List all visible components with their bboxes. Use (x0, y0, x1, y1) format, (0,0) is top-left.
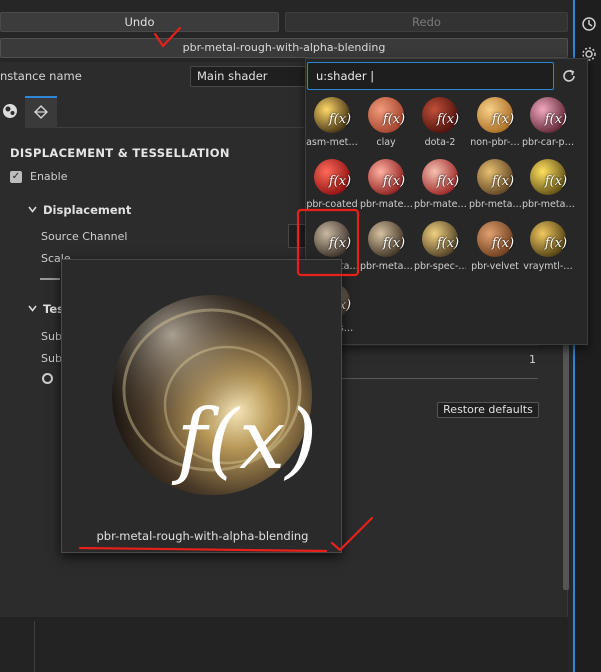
material-name-bar[interactable]: pbr-metal-rough-with-alpha-blending (0, 38, 568, 58)
refresh-icon[interactable] (560, 67, 578, 85)
enable-row[interactable]: ✓ Enable (10, 170, 67, 183)
shader-item[interactable]: f(x) pbr-mate… (360, 155, 412, 217)
undo-button[interactable]: Undo (0, 12, 279, 32)
shader-item-label: pbr-velvet (471, 261, 519, 272)
enable-label: Enable (30, 170, 68, 183)
shader-search-input[interactable] (307, 62, 554, 90)
shader-item-label: pbr-meta… (469, 199, 521, 210)
undo-redo-row: Undo Redo (0, 12, 568, 32)
shader-item-label: clay (376, 137, 396, 148)
displacement-title: Displacement (43, 203, 132, 217)
shader-item[interactable]: f(x) pbr-velvet (469, 217, 521, 279)
function-icon: f(x) (382, 112, 406, 127)
shader-item-label: vraymtl-… (523, 261, 573, 272)
shader-item[interactable]: f(x) asm-met… (306, 93, 358, 155)
geometry-tab-icon (33, 104, 49, 123)
instance-name-select[interactable]: Main shader (190, 66, 308, 87)
material-tab-icon (1, 102, 19, 123)
function-icon: f(x) (328, 236, 352, 251)
shader-item[interactable]: f(x) clay (360, 93, 412, 155)
function-icon: f(x) (328, 174, 352, 189)
displacement-header[interactable]: Displacement (28, 203, 131, 217)
function-icon: f(x) (491, 236, 515, 251)
function-icon: f(x) (436, 174, 460, 189)
shader-preview-tooltip: f(x) pbr-metal-rough-with-alpha-blending (61, 259, 342, 553)
preview-shader-name: pbr-metal-rough-with-alpha-blending (96, 529, 309, 543)
tessellation-header[interactable]: Tes (28, 302, 64, 316)
shader-item-label: non-pbr-… (470, 137, 520, 148)
shader-item[interactable]: f(x) non-pbr-… (469, 93, 521, 155)
tab-material[interactable] (0, 96, 26, 128)
redo-button[interactable]: Redo (285, 12, 568, 32)
function-icon: f(x) (382, 236, 406, 251)
shader-item[interactable]: f(x) pbr-coated (306, 155, 358, 217)
function-icon: f(x) (436, 236, 460, 251)
source-channel-label: Source Channel (41, 230, 128, 243)
preview-sphere: f(x) (112, 295, 318, 495)
function-icon: f(x) (436, 112, 460, 127)
restore-defaults-button[interactable]: Restore defaults (437, 402, 539, 418)
bottom-divider (34, 621, 35, 672)
shader-item[interactable]: f(x) pbr-meta… (360, 217, 412, 279)
shader-item-label: pbr-mate… (414, 199, 466, 210)
function-icon: f(x) (544, 112, 568, 127)
shader-item[interactable]: f(x) pbr-car-p… (522, 93, 574, 155)
shader-item-label: pbr-meta… (360, 261, 412, 272)
scale-slider[interactable] (40, 278, 60, 280)
shader-item[interactable]: f(x) pbr-meta… (469, 155, 521, 217)
shader-item-label: pbr-mate… (360, 199, 412, 210)
shader-item-label: pbr-meta… (522, 199, 574, 210)
shader-item[interactable]: f(x) dota-2 (414, 93, 466, 155)
shader-item[interactable]: f(x) pbr-mate… (414, 155, 466, 217)
shader-item-label: asm-met… (306, 137, 358, 148)
shader-grid: f(x) asm-met… f(x) clay f(x) dota-2 f(x) non-pb… (306, 93, 589, 333)
function-icon: f(x) (491, 174, 515, 189)
bottom-area (0, 617, 568, 672)
function-icon: f(x) (544, 236, 568, 251)
shader-item[interactable]: f(x) pbr-spec-… (414, 217, 466, 279)
history-icon[interactable] (579, 14, 599, 34)
shader-item-label: pbr-car-p… (522, 137, 574, 148)
enable-checkbox[interactable]: ✓ (10, 170, 22, 183)
function-icon: f(x) (544, 174, 568, 189)
shader-item[interactable]: f(x) pbr-meta… (522, 155, 574, 217)
instance-name-label: nstance name (0, 69, 82, 83)
section-title: DISPLACEMENT & TESSELLATION (10, 146, 230, 160)
chevron-down-icon (28, 203, 37, 217)
chevron-down-icon (28, 302, 37, 316)
shader-item-label: dota-2 (424, 137, 456, 148)
function-icon: f(x) (382, 174, 406, 189)
subdivision-radio[interactable] (42, 373, 53, 384)
function-icon: f(x) (491, 112, 515, 127)
function-icon: f(x) (328, 112, 352, 127)
tab-geometry[interactable] (25, 96, 57, 128)
subdivision-value: 1 (529, 353, 536, 366)
shader-item[interactable]: f(x) vraymtl-… (522, 217, 574, 279)
function-icon: f(x) (171, 393, 318, 488)
shader-item-label: pbr-spec-… (414, 261, 466, 272)
shader-browser-popup: f(x) asm-met… f(x) clay f(x) dota-2 f(x) non-pb… (305, 58, 588, 345)
shader-item-label: pbr-coated (306, 199, 358, 210)
